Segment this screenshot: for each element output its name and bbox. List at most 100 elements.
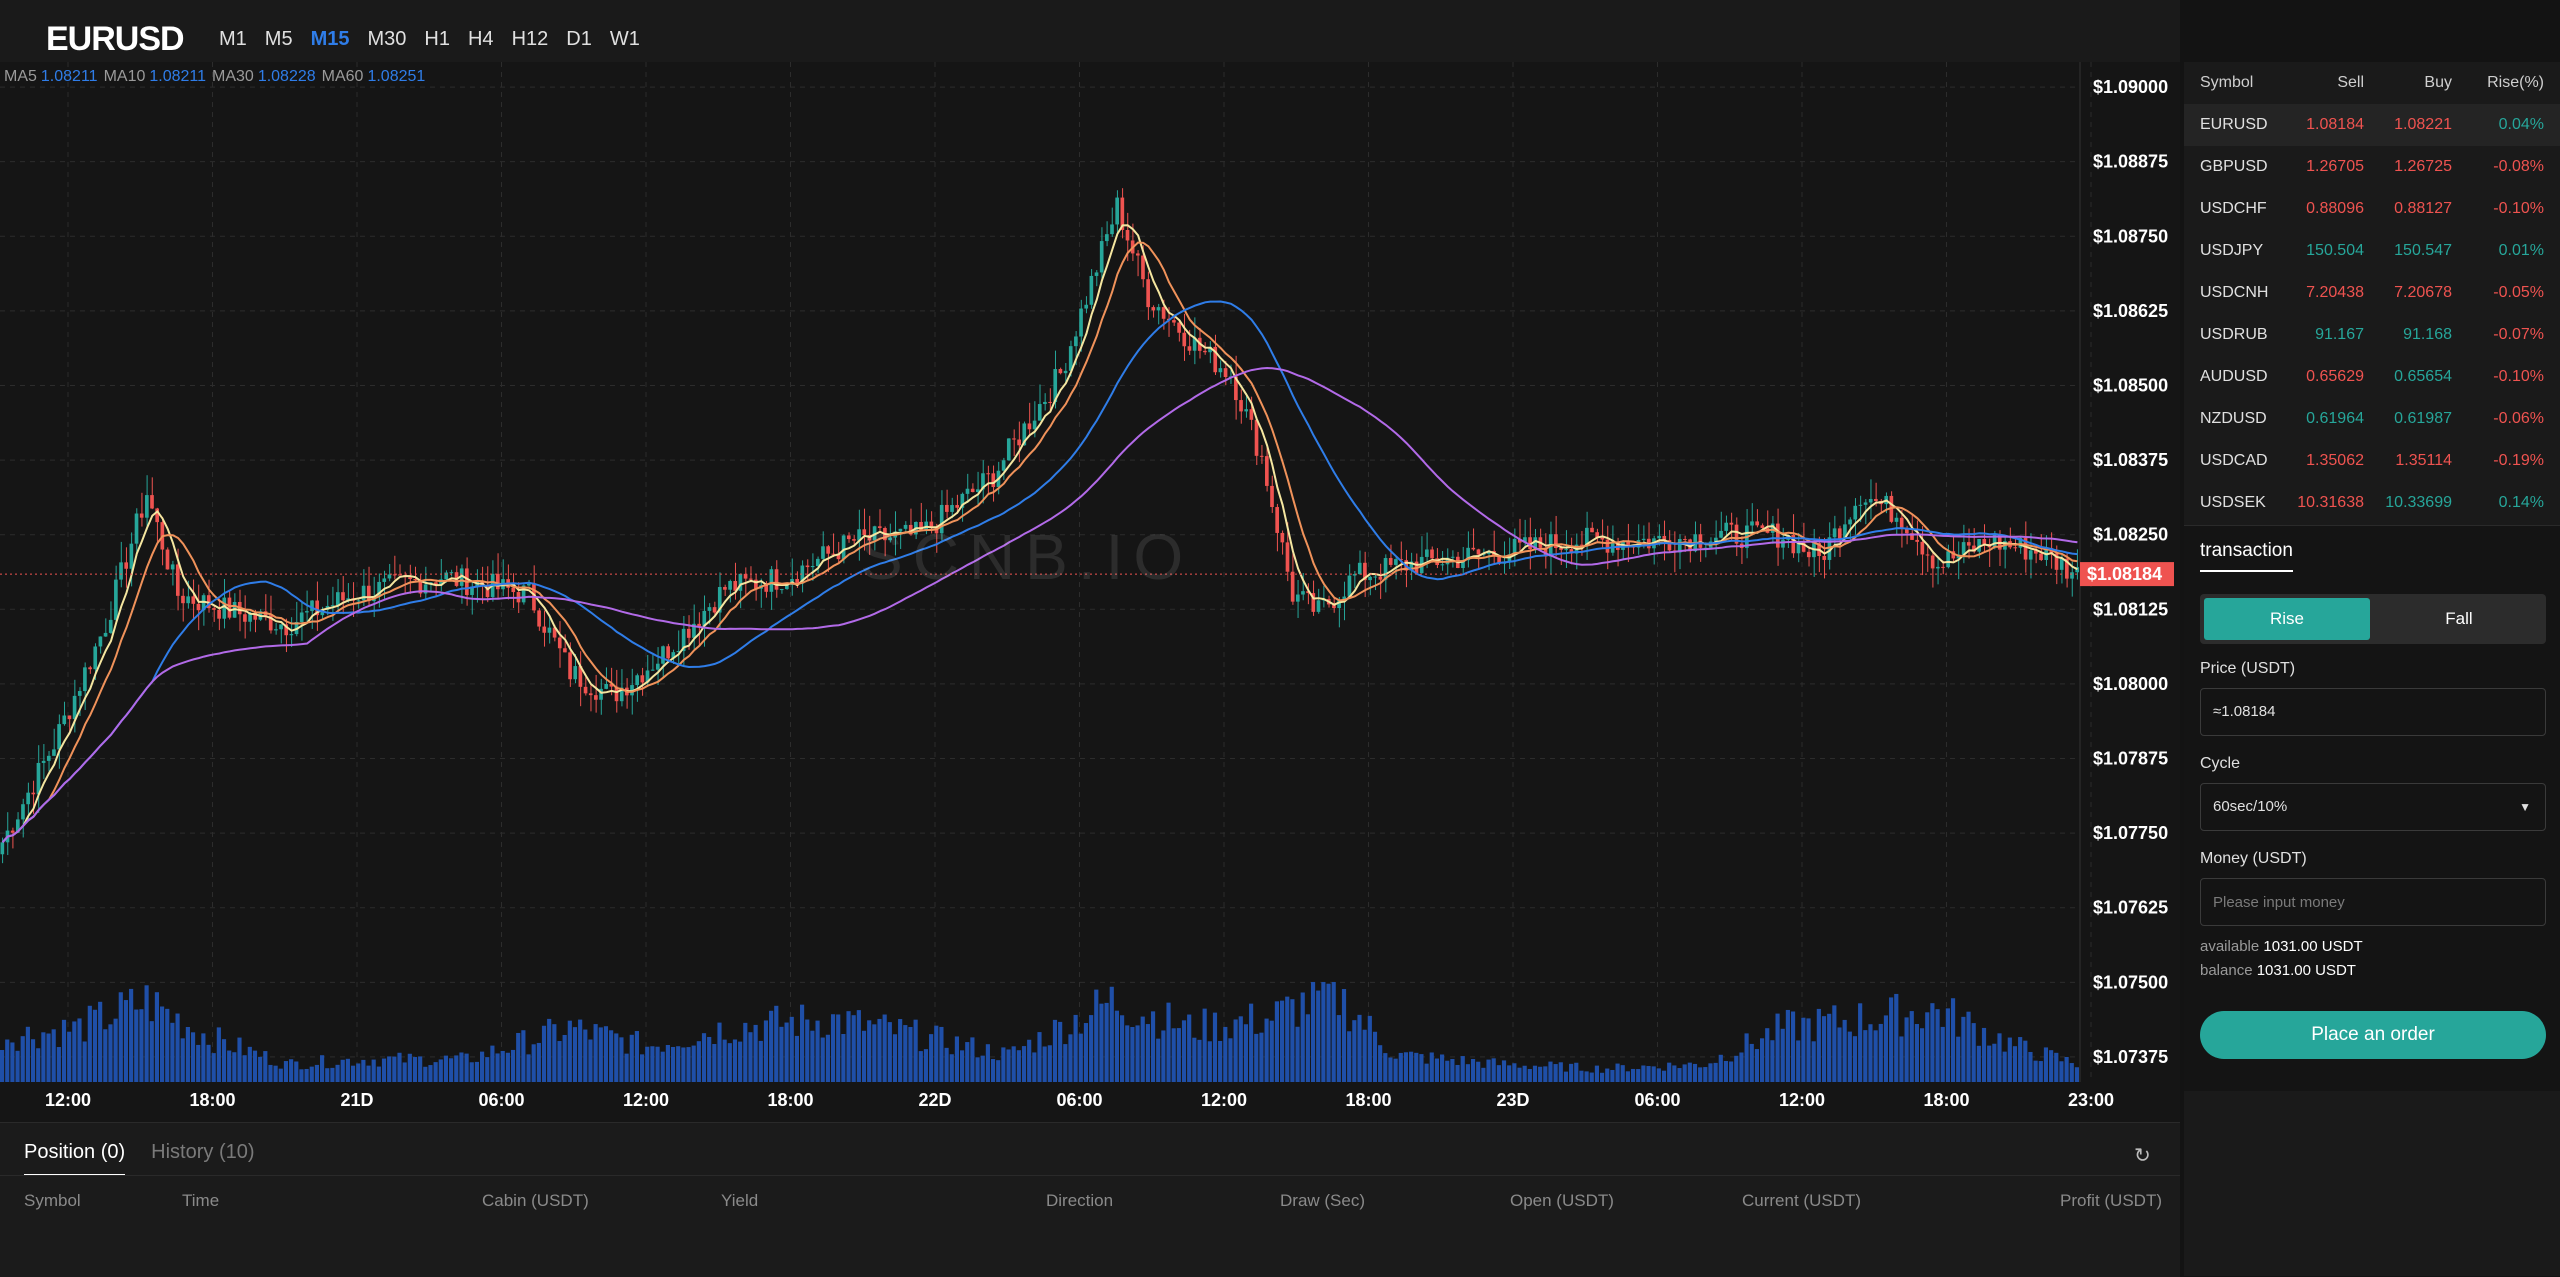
volume-bar	[98, 1001, 103, 1082]
candle-body	[93, 646, 98, 670]
time-tick-label: 06:00	[1634, 1090, 1680, 1110]
candle-body	[217, 609, 221, 619]
market-sell: 10.31638	[2297, 494, 2364, 511]
volume-bar	[1558, 1062, 1563, 1082]
volume-bar	[1904, 1017, 1909, 1082]
volume-bar	[15, 1050, 20, 1082]
timeframe-h1[interactable]: H1	[415, 28, 459, 51]
market-row-eurusd[interactable]: EURUSD 1.08184 1.08221 0.04%	[2184, 104, 2560, 146]
volume-bar	[1249, 1003, 1254, 1082]
volume-bar	[1290, 999, 1295, 1082]
candle-body	[707, 607, 712, 611]
price-tick-label: $1.08875	[2093, 152, 2168, 172]
market-row-usdcad[interactable]: USDCAD 1.35062 1.35114 -0.19%	[2184, 440, 2560, 482]
volume-bar	[41, 1032, 46, 1082]
volume-bar	[1940, 1026, 1945, 1082]
volume-bar	[1362, 1029, 1367, 1082]
volume-bar	[779, 1026, 784, 1082]
timeframe-m5[interactable]: M5	[256, 28, 302, 51]
chevron-down-icon: ▼	[2519, 800, 2531, 814]
volume-bar	[1832, 1005, 1837, 1082]
candle-body	[661, 646, 665, 664]
volume-bar	[1594, 1065, 1599, 1082]
volume-bar	[268, 1064, 273, 1082]
col-cabin: Cabin (USDT)	[482, 1191, 589, 1210]
market-row-nzdusd[interactable]: NZDUSD 0.61964 0.61987 -0.06%	[2184, 398, 2560, 440]
candle-body	[387, 574, 392, 579]
market-row-usdchf[interactable]: USDCHF 0.88096 0.88127 -0.10%	[2184, 188, 2560, 230]
timeframe-w1[interactable]: W1	[601, 28, 649, 51]
candle-body	[1048, 401, 1052, 403]
positions-panel: Position (0) History (10) ↻ Symbol Time …	[0, 1122, 2180, 1277]
volume-bar	[609, 1030, 614, 1082]
market-sell: 7.20438	[2306, 284, 2364, 301]
refresh-icon[interactable]: ↻	[2134, 1143, 2151, 1168]
candle-body	[2059, 558, 2064, 570]
tab-history[interactable]: History (10)	[151, 1141, 254, 1176]
volume-bar	[1589, 1072, 1594, 1082]
market-sell: 1.26705	[2306, 158, 2364, 175]
timeframe-d1[interactable]: D1	[557, 28, 601, 51]
timeframe-h4[interactable]: H4	[459, 28, 503, 51]
candle-body	[1146, 279, 1150, 308]
candle-body	[36, 762, 41, 795]
volume-bar	[2069, 1063, 2074, 1082]
volume-bar	[1104, 1002, 1109, 1082]
volume-bar	[1099, 1003, 1104, 1082]
rise-button[interactable]: Rise	[2204, 598, 2370, 640]
fall-button[interactable]: Fall	[2376, 598, 2542, 640]
candle-body	[1285, 542, 1290, 572]
market-row-gbpusd[interactable]: GBPUSD 1.26705 1.26725 -0.08%	[2184, 146, 2560, 188]
market-row-usdcnh[interactable]: USDCNH 7.20438 7.20678 -0.05%	[2184, 272, 2560, 314]
market-row-usdrub[interactable]: USDRUB 91.167 91.168 -0.07%	[2184, 314, 2560, 356]
candle-body	[1683, 539, 1687, 541]
volume-bar	[923, 1049, 929, 1082]
place-order-button[interactable]: Place an order	[2200, 1011, 2546, 1059]
volume-bar	[1522, 1065, 1527, 1082]
volume-bar	[1068, 1034, 1073, 1082]
volume-bar	[1600, 1072, 1605, 1082]
candle-body	[2039, 553, 2043, 560]
cycle-select[interactable]: 60sec/10% ▼	[2200, 783, 2546, 831]
timeframe-m30[interactable]: M30	[359, 28, 416, 51]
volume-bar	[258, 1056, 263, 1082]
volume-bar	[1790, 1011, 1796, 1082]
volume-bar	[443, 1055, 449, 1082]
volume-bar	[810, 1030, 815, 1082]
timeframe-m1[interactable]: M1	[210, 28, 256, 51]
candle-body	[635, 675, 639, 686]
volume-bar	[1651, 1066, 1656, 1082]
volume-bar	[237, 1037, 242, 1082]
market-row-audusd[interactable]: AUDUSD 0.65629 0.65654 -0.10%	[2184, 356, 2560, 398]
volume-bar	[717, 1022, 722, 1082]
candle-body	[1388, 558, 1393, 565]
candle-body	[1172, 320, 1176, 323]
tab-position[interactable]: Position (0)	[24, 1141, 126, 1176]
volume-bar	[676, 1046, 681, 1082]
price-tick-label: $1.08375	[2093, 450, 2168, 470]
timeframe-h12[interactable]: H12	[503, 28, 558, 51]
candle-body	[1806, 551, 1811, 558]
transaction-title[interactable]: transaction	[2200, 540, 2293, 572]
timeframe-m15[interactable]: M15	[302, 28, 359, 51]
volume-bar	[1063, 1044, 1068, 1082]
volume-bar	[789, 1016, 794, 1082]
candle-body	[170, 564, 175, 570]
volume-bar	[1434, 1058, 1439, 1082]
market-row-usdsek[interactable]: USDSEK 10.31638 10.33699 0.14%	[2184, 482, 2560, 524]
volume-bar	[1393, 1058, 1398, 1082]
money-input[interactable]	[2200, 878, 2546, 926]
header-symbol: Symbol	[2200, 74, 2254, 91]
volume-bar	[1445, 1060, 1450, 1082]
candle-body	[568, 652, 572, 680]
candle-body	[114, 579, 118, 620]
market-row-usdjpy[interactable]: USDJPY 150.504 150.547 0.01%	[2184, 230, 2560, 272]
market-buy: 10.33699	[2385, 494, 2452, 511]
volume-bar	[732, 1039, 738, 1082]
volume-bar	[449, 1058, 454, 1082]
candle-body	[1450, 556, 1455, 558]
volume-bar	[247, 1046, 252, 1082]
direction-toggle: Rise Fall	[2200, 594, 2546, 644]
volume-bar	[139, 1009, 144, 1082]
market-symbol: USDCHF	[2200, 200, 2267, 217]
